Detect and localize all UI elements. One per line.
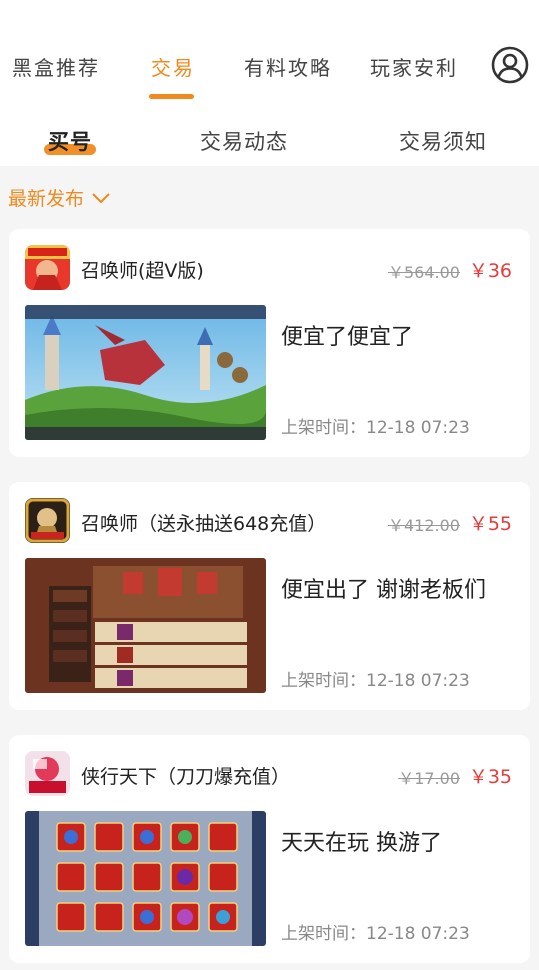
game-title: 召唤师（送永抽送648充值） [81,513,327,535]
sale-price: ￥35 [468,766,512,788]
game-screenshot [25,305,266,440]
sub-tab-bar: 买号 交易动态 交易须知 [0,108,539,166]
listing-card[interactable]: 召唤师（送永抽送648充值） ￥412.00 ￥55 便宜出了 谢谢老板们 上架… [9,482,530,710]
listing-description: 便宜了便宜了 [281,325,414,350]
game-icon [25,245,70,290]
tab-buy-account[interactable]: 买号 [48,126,92,156]
game-icon [25,751,70,796]
listing-card[interactable]: 召唤师(超V版) ￥564.00 ￥36 便宜了便宜了 上架时间：12-18 0… [9,229,530,457]
chevron-down-icon [92,192,110,203]
original-price: ￥564.00 [388,263,460,282]
original-price: ￥412.00 [388,516,460,535]
listing-time: 上架时间：12-18 07:23 [281,924,470,944]
nav-tab-recommend[interactable]: 黑盒推荐 [12,52,100,81]
sort-filter-label: 最新发布 [8,188,85,210]
listing-description: 天天在玩 换游了 [281,831,442,856]
listing-time: 上架时间：12-18 07:23 [281,418,470,438]
user-circle-icon[interactable] [491,46,529,84]
sale-price: ￥36 [468,260,512,282]
game-title: 侠行天下（刀刀爆充值） [81,766,291,788]
sale-price: ￥55 [468,513,512,535]
sort-filter-dropdown[interactable]: 最新发布 [8,184,110,211]
original-price: ￥17.00 [398,769,460,788]
game-title: 召唤师(超V版) [81,260,204,282]
tab-trade-activity[interactable]: 交易动态 [200,126,288,156]
nav-active-indicator [149,94,194,99]
listing-card[interactable]: 侠行天下（刀刀爆充值） ￥17.00 ￥35 天天在玩 换游了 上架时间：12-… [9,735,530,963]
game-screenshot [25,811,266,946]
tab-trade-notice[interactable]: 交易须知 [399,126,487,156]
listing-description: 便宜出了 谢谢老板们 [281,578,486,603]
nav-tab-guides[interactable]: 有料攻略 [244,52,332,81]
nav-tab-trade[interactable]: 交易 [151,52,195,81]
top-navigation: 黑盒推荐 交易 有料攻略 玩家安利 [0,0,539,108]
game-icon [25,498,70,543]
nav-tab-player-picks[interactable]: 玩家安利 [370,52,458,81]
game-screenshot [25,558,266,693]
listing-time: 上架时间：12-18 07:23 [281,671,470,691]
